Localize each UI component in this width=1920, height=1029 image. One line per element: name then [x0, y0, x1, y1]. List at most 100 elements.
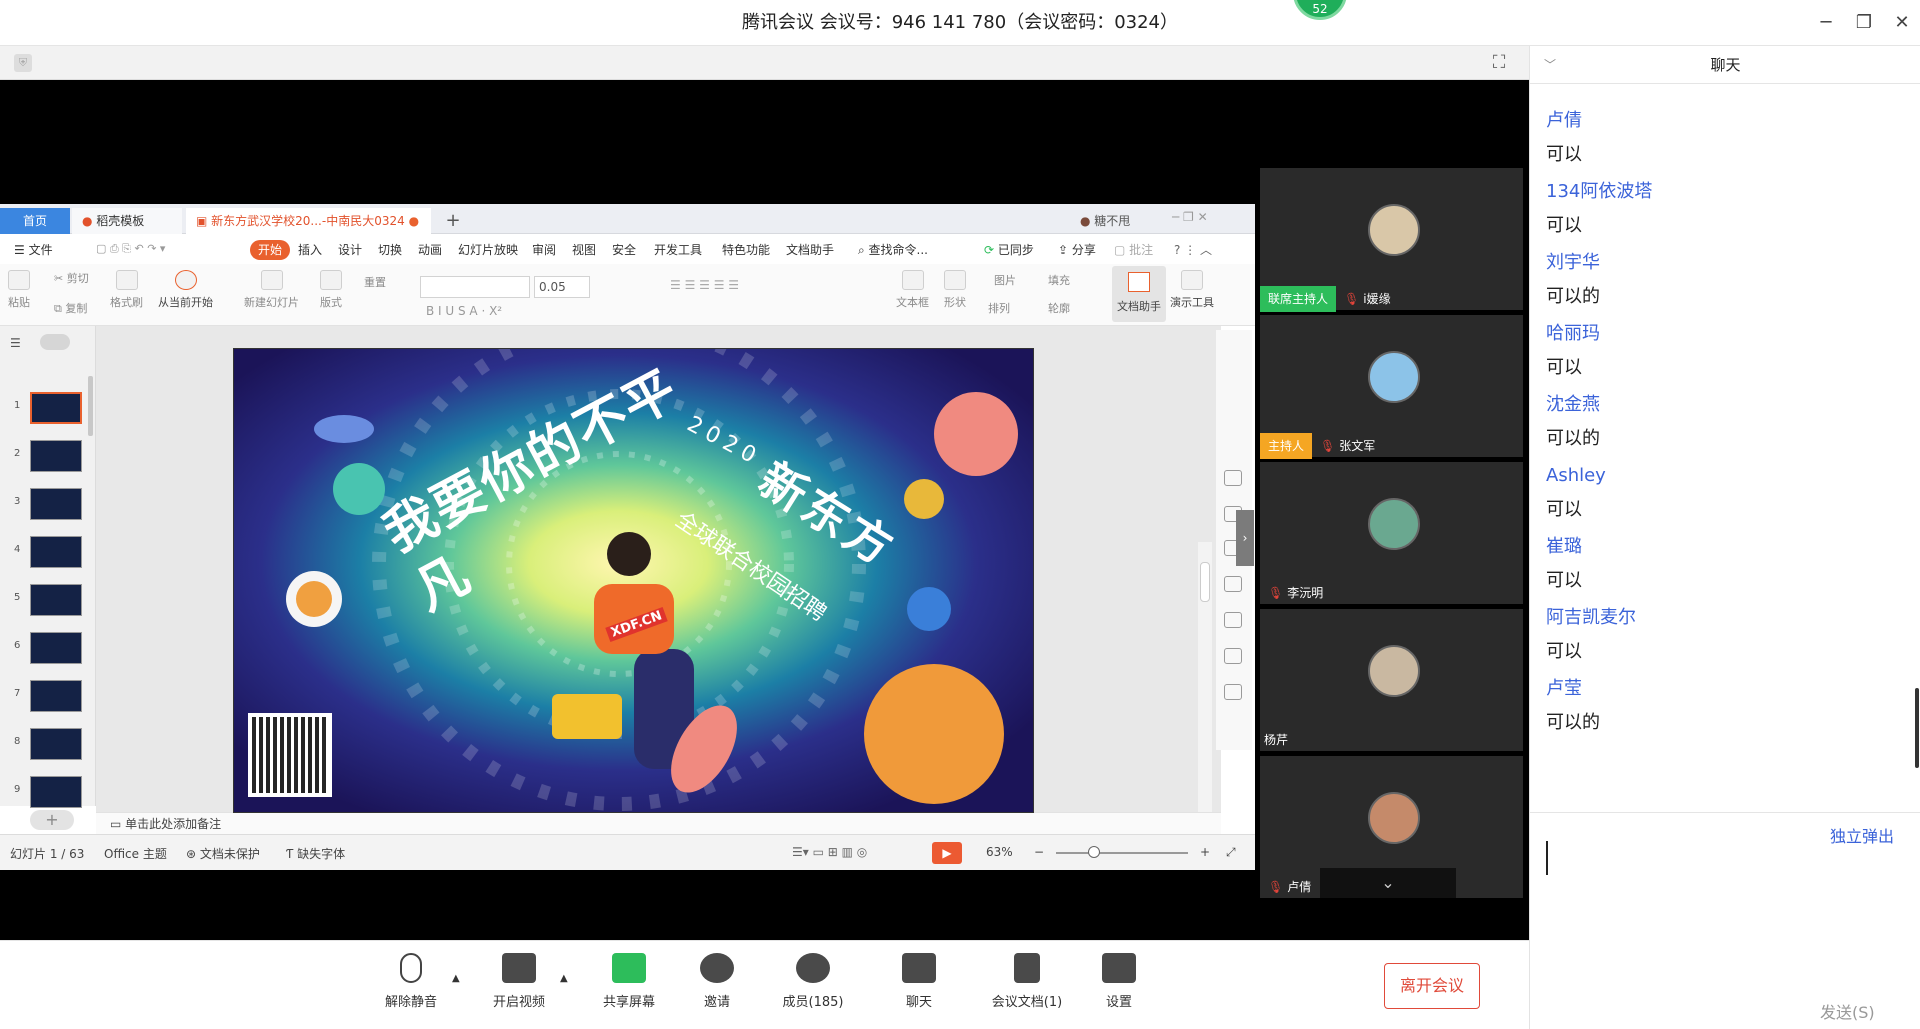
thumbnail-scrollbar[interactable] [88, 376, 93, 436]
participant-tile[interactable]: 杨芹 [1260, 609, 1523, 753]
window-controls-icon[interactable]: ─ ❐ ✕ [1172, 210, 1208, 224]
play-slideshow-button[interactable]: ▶ [932, 842, 962, 864]
slide-thumbnail[interactable] [30, 440, 82, 472]
cut-button[interactable]: ✂ 剪切 [54, 270, 89, 286]
close-icon[interactable]: ✕ [1880, 0, 1920, 46]
popout-chat-link[interactable]: 独立弹出 [1830, 823, 1894, 847]
zoom-out-icon[interactable]: − [1034, 845, 1044, 859]
tab-home[interactable]: 首页 [0, 208, 70, 234]
file-menu[interactable]: ☰ 文件 [14, 240, 53, 260]
message-sender[interactable]: Ashley [1546, 463, 1906, 489]
video-options-caret-icon[interactable]: ▲ [560, 973, 568, 984]
participant-tile[interactable]: 🎙 李沅明 [1260, 462, 1523, 606]
archive-icon[interactable] [1224, 684, 1242, 700]
collapse-list-chevron-icon[interactable]: ⌄ [1320, 868, 1456, 898]
message-sender[interactable]: 刘宇华 [1546, 250, 1906, 276]
slide-thumbnail[interactable] [30, 776, 82, 808]
panel-toggle-chevron-icon[interactable]: › [1236, 510, 1254, 566]
participant-tile[interactable]: 主持人 🎙 张文军 [1260, 315, 1523, 459]
menu-design[interactable]: 设计 [338, 240, 362, 260]
members-button[interactable]: 成员(185) [768, 953, 858, 1010]
arrange-button[interactable]: 排列 [988, 300, 1010, 316]
missing-font[interactable]: Ƭ 缺失字体 [286, 845, 345, 862]
presentation-tools-button[interactable]: 演示工具 [1170, 270, 1214, 310]
copy-button[interactable]: ⧉ 复制 [54, 300, 87, 316]
chat-scrollbar[interactable] [1915, 688, 1919, 768]
chat-message-list[interactable]: 可以 卢倩可以134阿依波塔可以刘宇华可以的哈丽玛可以沈金燕可以的Ashley可… [1530, 84, 1920, 812]
slide-thumbnail[interactable] [30, 392, 82, 424]
textbox-button[interactable]: 文本框 [896, 270, 929, 310]
tab-templates[interactable]: ● 稻壳模板 [72, 208, 182, 234]
message-sender[interactable]: 崔璐 [1546, 534, 1906, 560]
new-slide-button[interactable]: 新建幻灯片 [244, 270, 299, 310]
menu-transition[interactable]: 切换 [378, 240, 402, 260]
settings-button[interactable]: 设置 [1074, 953, 1164, 1010]
menu-doc-assistant[interactable]: 文档助手 [786, 240, 834, 260]
message-sender[interactable]: 卢倩 [1546, 108, 1906, 134]
menu-features[interactable]: 特色功能 [722, 240, 770, 260]
message-sender[interactable]: 沈金燕 [1546, 392, 1906, 418]
paragraph-buttons[interactable]: ☰ ☰ ☰ ☰ ☰ [670, 278, 739, 292]
chat-button[interactable]: 聊天 [874, 953, 964, 1010]
send-button[interactable]: 发送(S) [1820, 999, 1875, 1023]
picture-button[interactable]: 图片 [994, 272, 1016, 288]
menu-slideshow[interactable]: 幻灯片放映 [458, 240, 518, 260]
slide-thumbnail[interactable] [30, 536, 82, 568]
from-current-button[interactable]: 从当前开始 [158, 270, 213, 310]
outline-button[interactable]: 轮廓 [1048, 300, 1070, 316]
search-command[interactable]: ⌕ 查找命令... [858, 240, 928, 260]
slide-thumbnail[interactable] [30, 584, 82, 616]
user-account[interactable]: ● 糖不甩 [1070, 208, 1180, 234]
scroll-thumb[interactable] [1200, 562, 1210, 602]
new-tab-button[interactable]: + [440, 208, 466, 234]
view-mode-icons[interactable]: ☰▾ ▭ ⊞ ▥ ◎ [792, 845, 867, 859]
sync-status[interactable]: ⟳ 已同步 [984, 240, 1034, 260]
thumbnail-view-toggle[interactable] [40, 334, 70, 350]
audio-options-caret-icon[interactable]: ▲ [452, 973, 460, 984]
zoom-slider-knob[interactable] [1088, 846, 1100, 858]
share-button[interactable]: ⇪ 分享 [1058, 240, 1096, 260]
protection-status[interactable]: ⊛ 文档未保护 [186, 845, 260, 862]
help-icon[interactable]: ? ⋮ ︿ [1174, 240, 1212, 260]
font-size-field[interactable]: 0.05 [534, 276, 590, 298]
notes-area[interactable]: ▭ 单击此处添加备注 [96, 812, 1221, 834]
unmute-button[interactable]: 解除静音 [366, 953, 456, 1010]
menu-developer[interactable]: 开发工具 [654, 240, 702, 260]
slide-thumbnail[interactable] [30, 488, 82, 520]
location-icon[interactable] [1224, 470, 1242, 486]
start-video-button[interactable]: 开启视频 [474, 953, 564, 1010]
comment-button[interactable]: ▢ 批注 [1114, 240, 1153, 260]
zoom-level[interactable]: 63% [986, 845, 1013, 859]
font-name-field[interactable] [420, 276, 530, 298]
font-style-buttons[interactable]: B I U S A · X² [426, 304, 502, 318]
format-painter-button[interactable]: 格式刷 [110, 270, 143, 310]
doc-assistant-button[interactable]: 文档助手 [1112, 266, 1166, 322]
share-screen-button[interactable]: 共享屏幕 [584, 953, 674, 1010]
message-sender[interactable]: 阿吉凯麦尔 [1546, 605, 1906, 631]
meeting-docs-button[interactable]: 会议文档(1) [982, 953, 1072, 1010]
leave-meeting-button[interactable]: 离开会议 [1384, 963, 1480, 1009]
menu-security[interactable]: 安全 [612, 240, 636, 260]
fit-window-icon[interactable]: ⤢ [1226, 845, 1236, 860]
outline-view-icon[interactable]: ☰ [10, 336, 21, 350]
quick-access-icons[interactable]: ▢ ⎙ ⎘ ↶ ↷ ▾ [96, 242, 165, 256]
message-sender[interactable]: 哈丽玛 [1546, 321, 1906, 347]
export-icon[interactable] [1224, 648, 1242, 664]
slide-thumbnail[interactable] [30, 680, 82, 712]
participant-tile[interactable]: 联席主持人 🎙 i媛缘 [1260, 168, 1523, 312]
menu-animation[interactable]: 动画 [418, 240, 442, 260]
image-icon[interactable] [1224, 612, 1242, 628]
slide-thumbnail[interactable] [30, 728, 82, 760]
paste-button[interactable]: 粘贴 [8, 270, 30, 310]
reset-button[interactable]: 重置 [364, 274, 386, 290]
chat-input-area[interactable]: 独立弹出 发送(S) [1530, 812, 1920, 1029]
menu-start[interactable]: 开始 [250, 240, 290, 260]
zoom-slider[interactable] [1056, 852, 1188, 854]
menu-insert[interactable]: 插入 [298, 240, 322, 260]
fill-button[interactable]: 填充 [1048, 272, 1070, 288]
slide-thumbnail[interactable] [30, 632, 82, 664]
add-slide-button[interactable]: + [30, 810, 74, 830]
message-sender[interactable]: 134阿依波塔 [1546, 179, 1906, 205]
zoom-in-icon[interactable]: + [1200, 845, 1210, 859]
layout-button[interactable]: 版式 [320, 270, 342, 310]
